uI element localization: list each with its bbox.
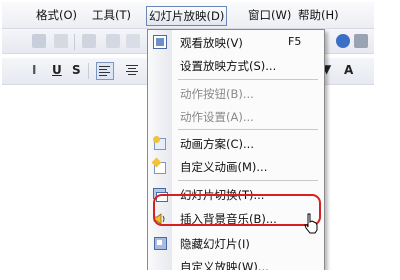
custom-animation-icon (151, 157, 167, 174)
menu-item-action-settings[interactable]: 动作设置(A)... (148, 105, 324, 127)
format-painter-icon[interactable] (54, 34, 68, 48)
toolbar-icon[interactable] (354, 34, 368, 48)
menu-tools[interactable]: 工具(T) (92, 7, 131, 23)
toolbar-icon[interactable] (126, 34, 140, 48)
slideshow-icon (153, 35, 167, 49)
menu-separator (178, 79, 318, 80)
menu-item-animation-schemes[interactable]: 动画方案(C)... (148, 132, 324, 154)
menu-slideshow[interactable]: 幻灯片放映(D) (146, 6, 228, 26)
menu-format[interactable]: 格式(O) (36, 7, 77, 23)
menu-separator (178, 180, 318, 181)
undo-icon[interactable] (82, 34, 96, 48)
hide-slide-icon (153, 236, 167, 250)
menu-item-setup-show[interactable]: 设置放映方式(S)... (148, 54, 324, 76)
italic-button[interactable]: I (32, 63, 36, 77)
menu-item-custom-show[interactable]: 自定义放映(W)... (148, 255, 324, 270)
redo-icon[interactable] (106, 34, 120, 48)
menu-item-view-show[interactable]: 观看放映(V) F5 (148, 31, 324, 53)
animation-scheme-icon (153, 136, 167, 150)
align-center-button[interactable] (124, 62, 140, 78)
app-window: 格式(O) 工具(T) 幻灯片放映(D) 窗口(W) 帮助(H) I U S ▼… (2, 2, 374, 270)
highlight-circle (153, 194, 321, 226)
paste-icon[interactable] (32, 34, 46, 48)
align-left-button[interactable] (96, 62, 114, 80)
menu-item-action-buttons[interactable]: 动作按钮(B)... (148, 82, 324, 104)
menu-item-hide-slide[interactable]: 隐藏幻灯片(I) (148, 232, 324, 254)
mouse-pointer-icon (304, 213, 318, 234)
help-icon[interactable] (336, 34, 350, 48)
underline-button[interactable]: U (52, 63, 62, 77)
menu-bar: 格式(O) 工具(T) 幻灯片放映(D) 窗口(W) 帮助(H) (2, 2, 374, 29)
toolbar-separator (88, 63, 89, 79)
menu-separator (178, 129, 318, 130)
increase-font-button[interactable]: A (344, 63, 353, 77)
slideshow-dropdown-menu: 观看放映(V) F5 设置放映方式(S)... 动作按钮(B)... 动作设置(… (147, 29, 325, 270)
menu-item-custom-animation[interactable]: 自定义动画(M)... (148, 155, 324, 177)
menu-window[interactable]: 窗口(W) (248, 7, 291, 23)
toolbar-separator (74, 34, 75, 50)
menu-help[interactable]: 帮助(H) (298, 7, 339, 23)
shadow-button[interactable]: S (72, 63, 81, 77)
